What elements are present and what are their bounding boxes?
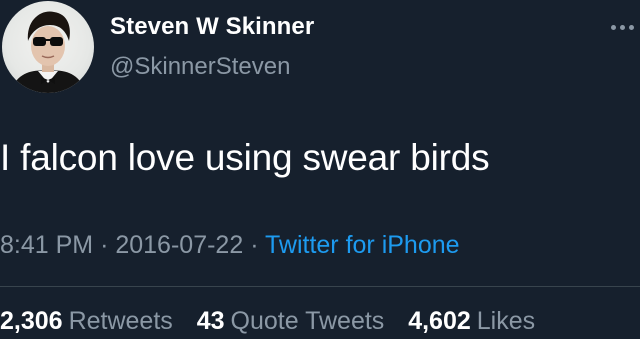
likes-count: 4,602 — [408, 307, 471, 335]
tweet-text: I falcon love using swear birds — [0, 137, 490, 178]
tweet-source-link[interactable]: Twitter for iPhone — [265, 231, 460, 259]
quote-tweets-label: Quote Tweets — [230, 307, 385, 335]
more-horizontal-icon[interactable] — [611, 22, 639, 32]
likes-stat[interactable]: 4,602 Likes — [408, 307, 535, 335]
likes-label: Likes — [476, 307, 536, 335]
retweets-stat[interactable]: 2,306 Retweets — [0, 307, 180, 335]
quote-tweets-count: 43 — [196, 307, 225, 335]
tweet-date[interactable]: 2016-07-22 — [115, 231, 243, 259]
avatar-photo — [10, 11, 86, 93]
user-handle[interactable]: @SkinnerSteven — [110, 53, 290, 81]
divider — [0, 286, 640, 287]
tweet-time[interactable]: 8:41 PM — [0, 231, 93, 259]
tweet-metadata: 8:41 PM · 2016-07-22 · Twitter for iPhon… — [0, 231, 460, 260]
tweet-stats: 2,306 Retweets 43 Quote Tweets 4,602 Likes — [0, 307, 535, 336]
retweets-count: 2,306 — [0, 307, 63, 335]
dot-icon — [629, 24, 634, 30]
display-name[interactable]: Steven W Skinner — [110, 13, 314, 41]
avatar[interactable] — [2, 1, 94, 93]
meta-separator: · — [100, 231, 109, 259]
tweet-card: Steven W Skinner @SkinnerSteven I falcon… — [0, 0, 640, 339]
meta-separator: · — [250, 231, 259, 259]
quote-tweets-stat[interactable]: 43 Quote Tweets — [197, 307, 392, 335]
dot-icon — [620, 24, 625, 30]
retweets-label: Retweets — [68, 307, 173, 335]
dot-icon — [611, 24, 616, 30]
